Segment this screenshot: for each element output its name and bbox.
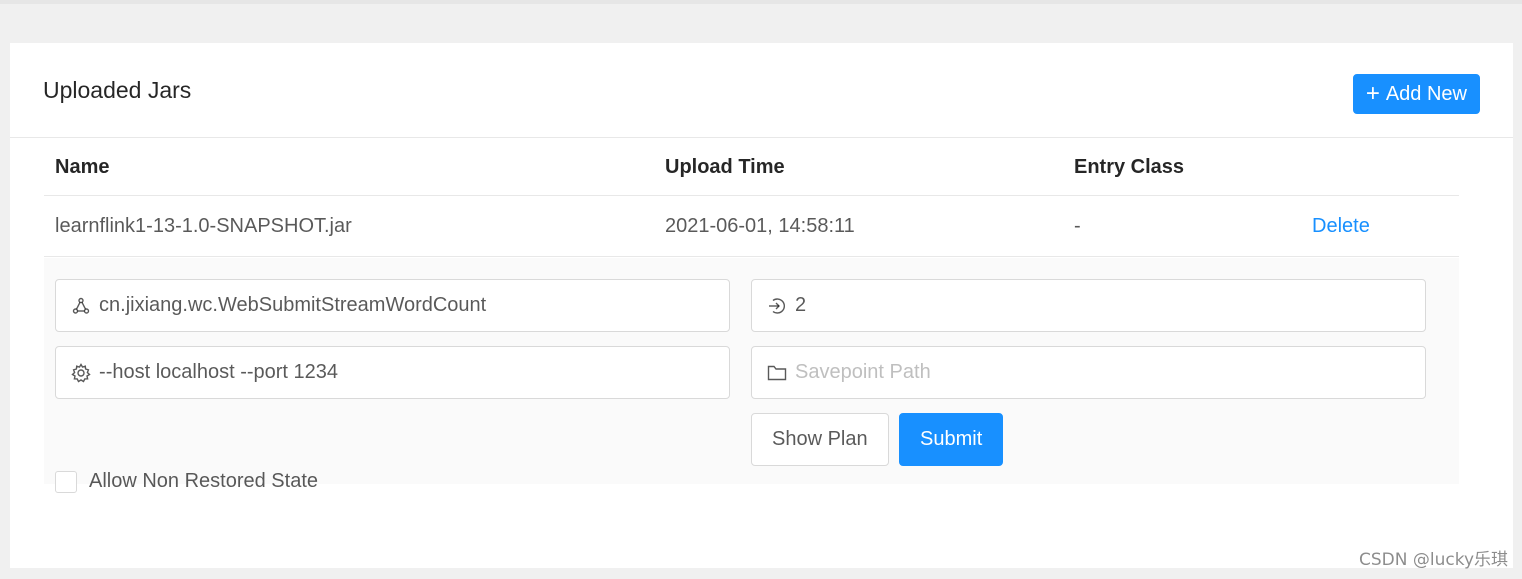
parallelism-field[interactable]: [751, 279, 1426, 332]
column-header-entry-class: Entry Class: [1074, 156, 1185, 178]
parallelism-input[interactable]: [795, 294, 1425, 317]
add-new-button[interactable]: + Add New: [1352, 74, 1480, 114]
gear-icon: [70, 362, 91, 384]
entry-class-field[interactable]: [55, 279, 730, 332]
allow-non-restored-option[interactable]: Allow Non Restored State: [55, 470, 318, 493]
column-header-upload-time: Upload Time: [665, 156, 785, 178]
table-header: Name Upload Time Entry Class: [44, 140, 1459, 196]
submit-button[interactable]: Submit: [899, 413, 1004, 466]
jars-table: Name Upload Time Entry Class learnflink1…: [44, 140, 1459, 257]
column-header-name: Name: [55, 156, 110, 178]
savepoint-path-input[interactable]: [795, 361, 1425, 384]
card-header: Uploaded Jars + Add New: [10, 43, 1513, 138]
submit-form-panel: Allow Non Restored State Show Plan Submi…: [44, 258, 1459, 493]
jar-upload-time: 2021-06-01, 14:58:11: [665, 214, 855, 237]
table-row[interactable]: learnflink1-13-1.0-SNAPSHOT.jar 2021-06-…: [44, 196, 1459, 257]
login-icon: [766, 295, 787, 317]
jar-name: learnflink1-13-1.0-SNAPSHOT.jar: [55, 214, 352, 237]
plus-icon: +: [1365, 80, 1380, 107]
cluster-icon: [70, 295, 91, 317]
show-plan-button[interactable]: Show Plan: [751, 413, 889, 466]
card-title: Uploaded Jars: [43, 77, 192, 103]
program-args-input[interactable]: [99, 361, 729, 384]
add-new-label: Add New: [1385, 82, 1467, 105]
allow-non-restored-checkbox[interactable]: [55, 470, 77, 493]
savepoint-path-field[interactable]: [751, 346, 1426, 399]
top-divider: [0, 0, 1522, 4]
entry-class-input[interactable]: [99, 294, 729, 317]
watermark: CSDN @lucky乐琪: [1358, 550, 1508, 570]
folder-icon: [766, 362, 787, 384]
jar-entry-class: -: [1074, 214, 1081, 237]
delete-link[interactable]: Delete: [1312, 215, 1370, 237]
program-args-field[interactable]: [55, 346, 730, 399]
allow-non-restored-label: Allow Non Restored State: [89, 470, 319, 492]
